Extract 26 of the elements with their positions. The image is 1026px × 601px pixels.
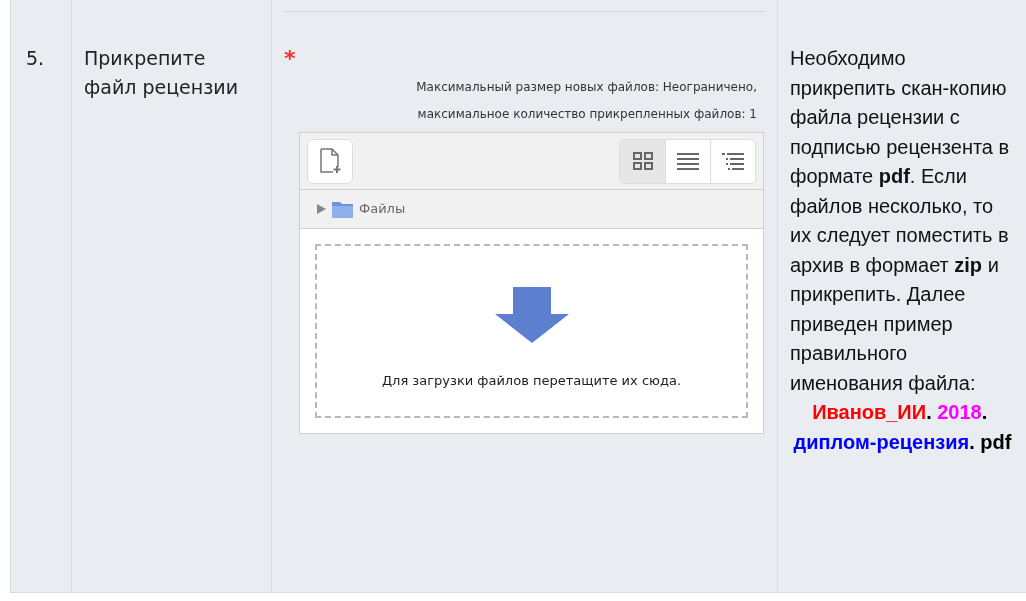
row-number: 5. (26, 47, 45, 69)
file-limit-text: Максимальный размер новых файлов: Неограничено, (416, 79, 757, 96)
example-file-name-part: . (981, 400, 989, 425)
add-file-button[interactable] (307, 138, 353, 184)
file-limit-text: максимальное количество прикрепленных файлов: 1 (417, 106, 757, 123)
example-file-name-part: диплом-рецензия (793, 429, 970, 455)
grid-view-icon (632, 152, 653, 170)
example-file-name-part: . (926, 400, 933, 425)
example-file-name-part: Иванов_ИИ (812, 400, 927, 425)
view-mode-button[interactable] (620, 139, 665, 183)
folder-icon (332, 200, 353, 218)
required-mark: * (284, 48, 296, 70)
expand-arrow-icon (317, 204, 326, 214)
down-arrow-icon (494, 286, 569, 343)
add-file-icon (319, 148, 341, 174)
example-file-name-part: . pdf (969, 429, 1012, 455)
drop-zone[interactable]: Для загрузки файлов перетащите их сюда. (315, 244, 748, 418)
example-file-name-part: 2018 (937, 400, 982, 425)
field-label: Прикрепите файл рецензии (84, 46, 239, 100)
instruction-text: Необходимо прикрепить скан-копию файла рецензии с подписью рецензента в формате pdf. Если файлов несколько, то их следует поместить в архив в формает zip и прикрепить. Далее приведен пример правильного именования файла: (790, 46, 1011, 396)
view-mode-button[interactable] (665, 139, 710, 183)
drop-hint: Для загрузки файлов перетащите их сюда. (381, 371, 682, 390)
folder-link[interactable]: Файлы (359, 199, 406, 219)
list-view-icon (677, 152, 699, 170)
view-mode-button[interactable] (710, 139, 755, 183)
tree-view-icon (722, 152, 744, 170)
